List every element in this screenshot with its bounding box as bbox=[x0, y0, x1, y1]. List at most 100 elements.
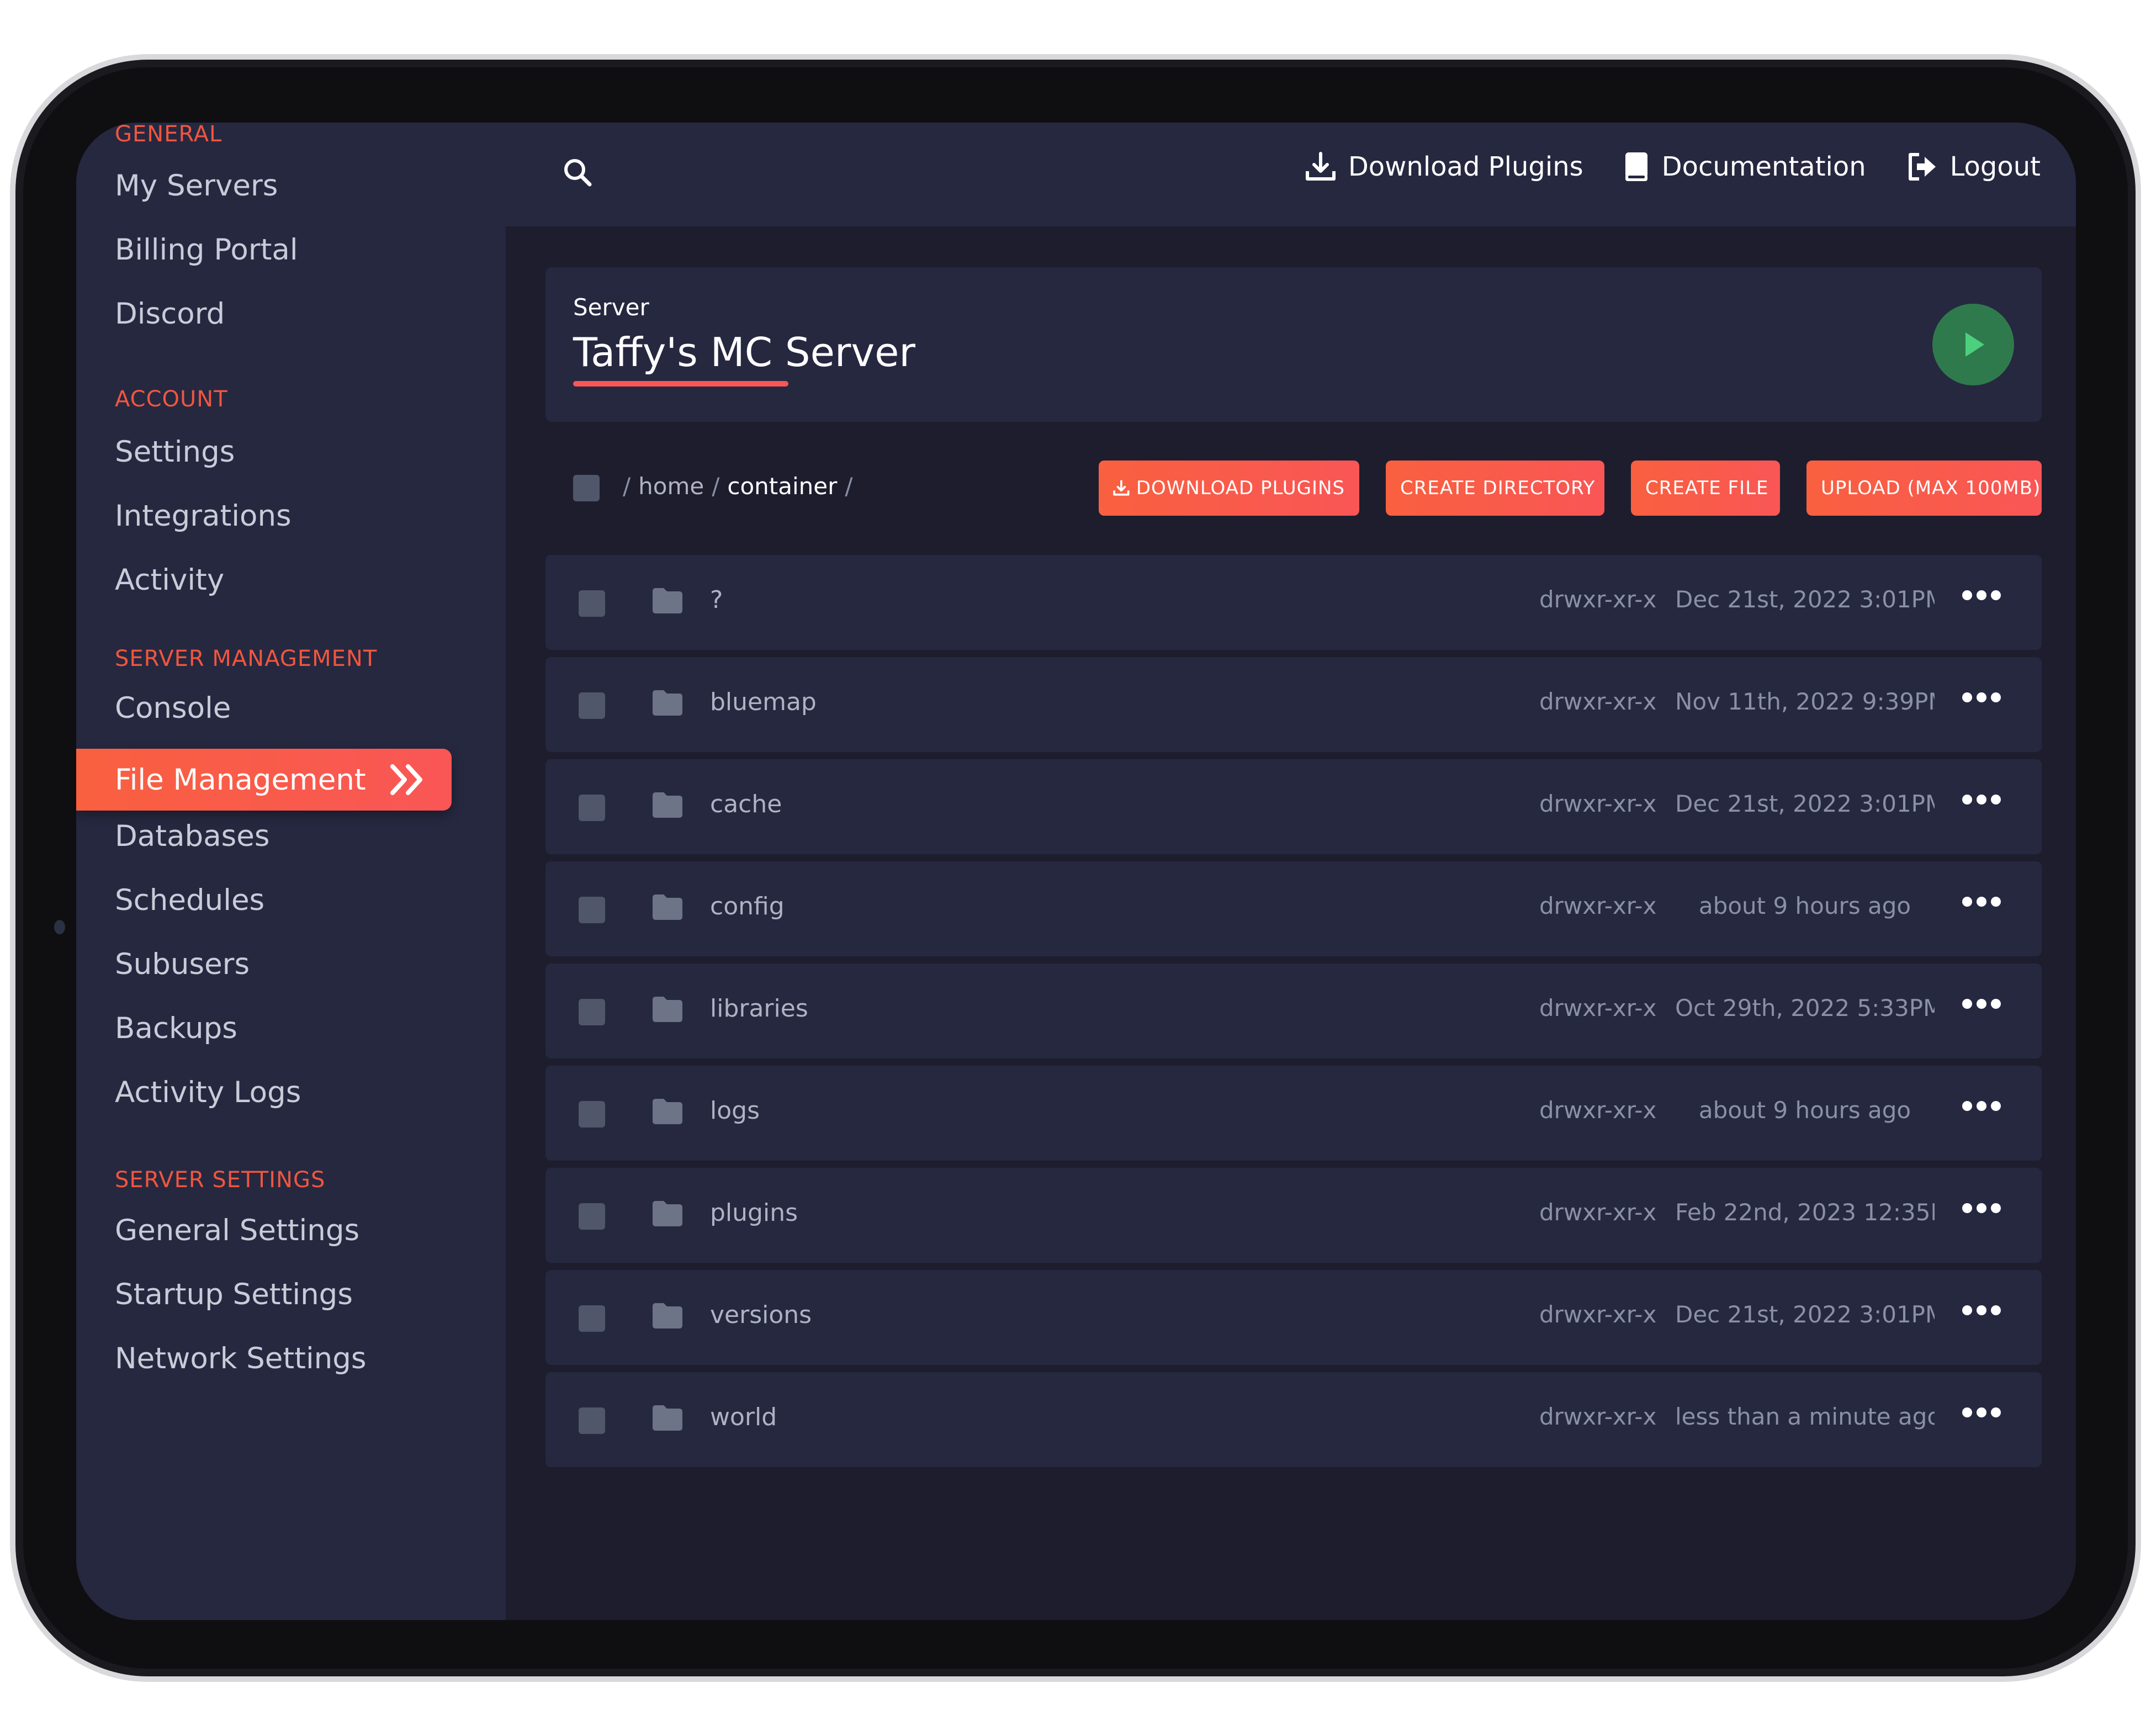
file-row[interactable]: world drwxr-xr-x less than a minute ago bbox=[545, 1372, 2042, 1467]
file-permissions: drwxr-xr-x bbox=[1539, 688, 1657, 715]
upload-button[interactable]: UPLOAD (MAX 100MB) bbox=[1806, 461, 2042, 516]
file-name: ? bbox=[710, 586, 723, 614]
file-row[interactable]: logs drwxr-xr-x about 9 hours ago bbox=[545, 1066, 2042, 1161]
sidebar-item-databases[interactable]: Databases bbox=[115, 819, 270, 853]
file-name: logs bbox=[710, 1097, 760, 1125]
documentation-label: Documentation bbox=[1661, 151, 1866, 182]
more-options-icon[interactable] bbox=[1962, 897, 2001, 907]
sidebar-item-billing-portal[interactable]: Billing Portal bbox=[115, 233, 298, 267]
book-icon bbox=[1625, 152, 1647, 181]
double-chevron-right-icon bbox=[388, 763, 427, 796]
sidebar-item-general-settings[interactable]: General Settings bbox=[115, 1214, 359, 1247]
file-actions: DOWNLOAD PLUGINS CREATE DIRECTORY CREATE… bbox=[1099, 461, 2042, 516]
sidebar-item-activity[interactable]: Activity bbox=[115, 563, 224, 597]
file-row[interactable]: ? drwxr-xr-x Dec 21st, 2022 3:01PM bbox=[545, 555, 2042, 650]
file-checkbox[interactable] bbox=[579, 795, 605, 821]
file-name: plugins bbox=[710, 1199, 798, 1227]
sidebar-item-integrations[interactable]: Integrations bbox=[115, 499, 292, 533]
sidebar-item-my-servers[interactable]: My Servers bbox=[115, 169, 278, 203]
sidebar-item-activity-logs[interactable]: Activity Logs bbox=[115, 1076, 301, 1109]
file-row[interactable]: versions drwxr-xr-x Dec 21st, 2022 3:01P… bbox=[545, 1270, 2042, 1365]
sidebar-item-subusers[interactable]: Subusers bbox=[115, 948, 250, 981]
sidebar-item-schedules[interactable]: Schedules bbox=[115, 883, 264, 917]
folder-icon bbox=[651, 791, 684, 821]
file-checkbox[interactable] bbox=[579, 1407, 605, 1434]
file-permissions: drwxr-xr-x bbox=[1539, 892, 1657, 919]
file-modified: Dec 21st, 2022 3:01PM bbox=[1675, 1301, 1935, 1328]
top-bar: Download Plugins Documentation Logout bbox=[506, 123, 2076, 226]
server-name-underline bbox=[573, 381, 788, 387]
sidebar-item-console[interactable]: Console bbox=[115, 691, 231, 725]
more-options-icon[interactable] bbox=[1962, 795, 2001, 805]
file-permissions: drwxr-xr-x bbox=[1539, 790, 1657, 817]
file-checkbox[interactable] bbox=[579, 1101, 605, 1128]
file-checkbox[interactable] bbox=[579, 590, 605, 617]
more-options-icon[interactable] bbox=[1962, 692, 2001, 702]
file-checkbox[interactable] bbox=[579, 692, 605, 719]
file-checkbox[interactable] bbox=[579, 999, 605, 1025]
select-all-checkbox[interactable] bbox=[573, 475, 600, 501]
sidebar-item-network-settings[interactable]: Network Settings bbox=[115, 1342, 367, 1375]
file-row[interactable]: libraries drwxr-xr-x Oct 29th, 2022 5:33… bbox=[545, 964, 2042, 1058]
sidebar-item-settings[interactable]: Settings bbox=[115, 435, 235, 469]
download-plugins-button[interactable]: DOWNLOAD PLUGINS bbox=[1099, 461, 1359, 516]
breadcrumb: / home / container / bbox=[623, 473, 853, 500]
breadcrumb-home[interactable]: home bbox=[638, 473, 704, 500]
create-directory-button[interactable]: CREATE DIRECTORY bbox=[1386, 461, 1604, 516]
file-list: ? drwxr-xr-x Dec 21st, 2022 3:01PM bluem… bbox=[545, 555, 2042, 1474]
folder-icon bbox=[651, 587, 684, 617]
file-name: world bbox=[710, 1403, 777, 1431]
search-icon[interactable] bbox=[561, 156, 594, 189]
more-options-icon[interactable] bbox=[1962, 1407, 2001, 1417]
more-options-icon[interactable] bbox=[1962, 999, 2001, 1009]
file-row[interactable]: plugins drwxr-xr-x Feb 22nd, 2023 12:35P… bbox=[545, 1168, 2042, 1263]
upload-label: UPLOAD (MAX 100MB) bbox=[1821, 477, 2041, 499]
download-icon bbox=[1113, 480, 1130, 496]
file-name: bluemap bbox=[710, 688, 817, 716]
file-toolbar: / home / container / DOWNLOAD PLUGINS CR… bbox=[545, 461, 2042, 516]
sidebar-item-discord[interactable]: Discord bbox=[115, 297, 225, 331]
folder-icon bbox=[651, 1302, 684, 1332]
download-plugins-link[interactable]: Download Plugins bbox=[1305, 151, 1583, 182]
file-row[interactable]: cache drwxr-xr-x Dec 21st, 2022 3:01PM bbox=[545, 759, 2042, 854]
sidebar-item-backups[interactable]: Backups bbox=[115, 1012, 237, 1045]
download-plugins-label: Download Plugins bbox=[1348, 151, 1583, 182]
play-icon bbox=[1965, 332, 1984, 357]
start-server-button[interactable] bbox=[1932, 304, 2014, 385]
app-screen: GENERAL My Servers Billing Portal Discor… bbox=[76, 123, 2076, 1620]
file-row[interactable]: config drwxr-xr-x about 9 hours ago bbox=[545, 861, 2042, 956]
server-name: Taffy's MC Server bbox=[573, 329, 915, 375]
folder-icon bbox=[651, 1098, 684, 1128]
file-checkbox[interactable] bbox=[579, 1203, 605, 1230]
folder-icon bbox=[651, 1404, 684, 1434]
logout-link[interactable]: Logout bbox=[1906, 151, 2041, 182]
file-name: libraries bbox=[710, 994, 808, 1023]
sidebar-section-account: ACCOUNT bbox=[115, 387, 228, 412]
folder-icon bbox=[651, 893, 684, 923]
sidebar-item-file-management[interactable]: File Management bbox=[76, 749, 452, 811]
more-options-icon[interactable] bbox=[1962, 1305, 2001, 1315]
server-label: Server bbox=[573, 294, 649, 321]
logout-label: Logout bbox=[1949, 151, 2041, 182]
documentation-link[interactable]: Documentation bbox=[1623, 151, 1866, 182]
camera-dot bbox=[54, 920, 65, 934]
folder-icon bbox=[651, 1200, 684, 1230]
sidebar-item-startup-settings[interactable]: Startup Settings bbox=[115, 1278, 353, 1311]
more-options-icon[interactable] bbox=[1962, 1101, 2001, 1111]
sidebar-section-server-settings: SERVER SETTINGS bbox=[115, 1167, 326, 1193]
file-modified: about 9 hours ago bbox=[1698, 1097, 1911, 1124]
sidebar: GENERAL My Servers Billing Portal Discor… bbox=[76, 123, 506, 1620]
file-checkbox[interactable] bbox=[579, 1305, 605, 1332]
file-modified: Dec 21st, 2022 3:01PM bbox=[1675, 586, 1935, 613]
sidebar-item-label: File Management bbox=[115, 763, 366, 797]
sidebar-section-server-management: SERVER MANAGEMENT bbox=[115, 646, 378, 671]
create-file-button[interactable]: CREATE FILE bbox=[1631, 461, 1780, 516]
more-options-icon[interactable] bbox=[1962, 1203, 2001, 1213]
file-permissions: drwxr-xr-x bbox=[1539, 1097, 1657, 1124]
more-options-icon[interactable] bbox=[1962, 590, 2001, 600]
breadcrumb-container[interactable]: container bbox=[727, 473, 837, 500]
file-permissions: drwxr-xr-x bbox=[1539, 586, 1657, 613]
file-row[interactable]: bluemap drwxr-xr-x Nov 11th, 2022 9:39PM bbox=[545, 657, 2042, 752]
file-permissions: drwxr-xr-x bbox=[1539, 1301, 1657, 1328]
file-checkbox[interactable] bbox=[579, 897, 605, 923]
